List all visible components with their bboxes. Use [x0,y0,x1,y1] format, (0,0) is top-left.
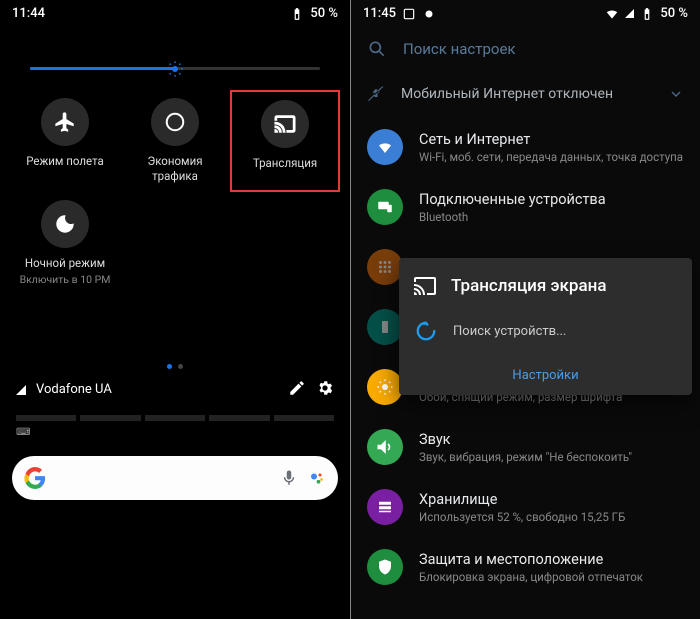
chevron-down-icon [668,86,684,102]
setting-security[interactable]: Защита и местоположение Блокировка экран… [351,537,700,597]
cast-dialog: Трансляция экрана Поиск устройств... Нас… [399,258,692,395]
banner-text: Мобильный Интернет отключен [401,86,613,102]
phone-settings: 11:45 50 % Поиск настроек Мобильный Инте… [350,0,700,619]
loading-spinner-icon [415,320,437,342]
quick-tiles: Режим полета Экономия трафика Трансляция… [0,90,350,294]
battery-icon [640,7,654,21]
bug-notif-icon [422,7,436,21]
google-search-bar[interactable] [12,456,338,500]
dot-active [167,364,172,369]
tile-cast[interactable]: Трансляция [230,90,340,192]
setting-sound[interactable]: Звук Звук, вибрация, режим "Не беспокоит… [351,417,700,477]
sound-icon [376,438,394,456]
assistant-icon[interactable] [308,469,326,487]
tile-label: Режим полета [26,154,104,169]
search-placeholder: Поиск настроек [403,40,516,58]
dialog-settings-button[interactable]: Настройки [413,356,678,385]
google-logo-icon [24,467,46,489]
edit-button[interactable] [288,379,306,401]
setting-title: Сеть и Интернет [419,131,683,148]
battery-percent: 50 % [660,6,688,21]
mobile-data-banner[interactable]: Мобильный Интернет отключен [351,71,700,117]
cast-icon [413,274,437,298]
setting-storage[interactable]: Хранилище Используется 52 %, свободно 15… [351,477,700,537]
wifi-icon [605,7,619,21]
screenshot-notif-icon [402,7,416,21]
moon-icon [54,213,76,235]
cast-icon [274,113,296,135]
apps-icon [376,258,394,276]
keyboard-icon: ⌨ [0,425,350,440]
setting-title: Хранилище [419,491,625,508]
dialog-searching-text: Поиск устройств... [453,324,566,339]
setting-sub: Используется 52 %, свободно 15,25 ГБ [419,510,625,524]
recent-thumbnails [0,411,350,425]
qs-footer: Vodafone UA [0,369,350,411]
airplane-icon [54,111,76,133]
tile-label: Трансляция [253,156,317,171]
phone-quick-settings: 11:44 50 % Режим полета Экономия трафика [0,0,350,619]
setting-sub: Блокировка экрана, цифровой отпечаток [419,570,643,584]
brightness-thumb-icon[interactable] [166,60,184,78]
storage-icon [376,498,394,516]
data-saver-icon [164,111,186,133]
dialog-title: Трансляция экрана [451,276,607,296]
battery-percent: 50 % [310,6,338,21]
dot [178,364,183,369]
status-bar: 11:45 50 % [351,0,700,27]
tile-airplane-mode[interactable]: Режим полета [10,90,120,192]
status-bar: 11:44 50 % [0,0,350,27]
signal-icon [16,385,26,395]
battery-icon [376,318,394,336]
shield-icon [376,558,394,576]
settings-search[interactable]: Поиск настроек [351,27,700,71]
mic-icon[interactable] [280,469,298,487]
devices-icon [376,198,394,216]
setting-sub: Звук, вибрация, режим "Не беспокоить" [419,450,632,464]
battery-icon [290,7,304,21]
search-icon [367,39,387,59]
mobile-data-off-icon [367,85,385,103]
tile-data-saver[interactable]: Экономия трафика [120,90,230,192]
tile-sublabel: Включить в 10 PM [20,273,111,286]
carrier-label: Vodafone UA [36,382,112,397]
setting-connected-devices[interactable]: Подключенные устройства Bluetooth [351,177,700,237]
tile-label: Экономия трафика [124,154,226,184]
brightness-slider[interactable] [0,27,350,90]
display-icon [376,378,394,396]
setting-title: Защита и местоположение [419,551,643,568]
tile-night-mode[interactable]: Ночной режим Включить в 10 PM [10,192,120,294]
wifi-icon [376,138,394,156]
signal-icon [625,9,634,18]
tile-label: Ночной режим [25,256,105,271]
setting-title: Подключенные устройства [419,191,606,208]
clock: 11:45 [363,6,396,21]
dialog-action-label: Настройки [512,368,578,383]
setting-title: Звук [419,431,632,448]
setting-network[interactable]: Сеть и Интернет Wi-Fi, моб. сети, переда… [351,117,700,177]
clock: 11:44 [12,6,45,21]
setting-sub: Wi-Fi, моб. сети, передача данных, точка… [419,150,683,164]
setting-sub: Bluetooth [419,210,606,224]
settings-button[interactable] [316,379,334,401]
